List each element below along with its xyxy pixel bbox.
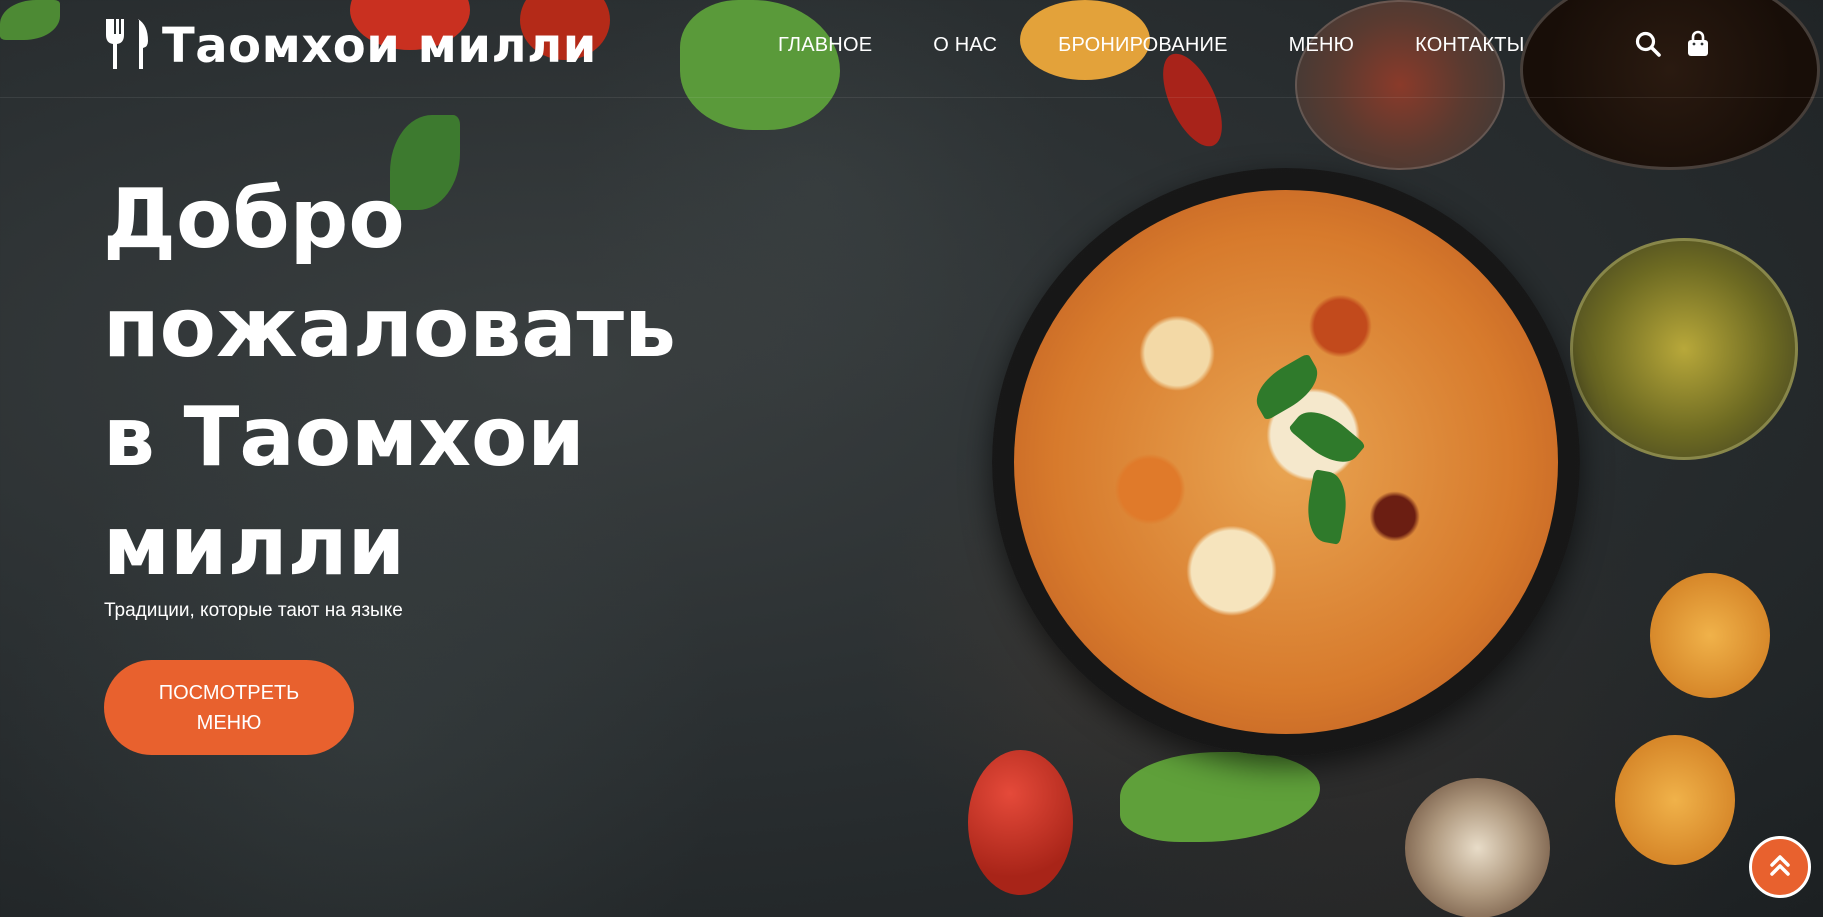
brand-logo[interactable]: Таомхои милли: [102, 16, 597, 76]
pilaf-rice: [1014, 190, 1558, 734]
header-actions: [1634, 30, 1712, 63]
tomato-slice-decoration-2: [1615, 735, 1735, 865]
double-chevron-up-icon: [1765, 850, 1795, 885]
search-icon[interactable]: [1634, 30, 1662, 63]
hero-title-line: Добро: [103, 172, 405, 267]
pilaf-dish-image: [992, 168, 1580, 756]
oil-bowl-decoration: [1570, 238, 1798, 460]
mushroom-decoration: [1405, 778, 1550, 917]
hero-title-line: пожаловать: [103, 281, 676, 376]
nav-item-about[interactable]: О НАС: [933, 34, 997, 57]
main-nav: ГЛАВНОЕ О НАС БРОНИРОВАНИЕ МЕНЮ КОНТАКТЫ: [778, 34, 1525, 57]
hero-title-line: милли: [103, 499, 406, 594]
tomato-slice-decoration: [1650, 573, 1770, 698]
nav-item-contacts[interactable]: КОНТАКТЫ: [1415, 34, 1525, 57]
view-menu-button[interactable]: ПОСМОТРЕТЬ МЕНЮ: [104, 660, 354, 755]
site-header: Таомхои милли ГЛАВНОЕ О НАС БРОНИРОВАНИЕ…: [0, 0, 1823, 98]
brand-name: Таомхои милли: [162, 18, 597, 74]
hero-title: Добро пожаловать в Таомхои милли: [103, 165, 743, 601]
nav-item-home[interactable]: ГЛАВНОЕ: [778, 34, 872, 57]
shopping-bag-icon[interactable]: [1684, 30, 1712, 63]
scroll-to-top-button[interactable]: [1749, 836, 1811, 898]
nav-item-booking[interactable]: БРОНИРОВАНИЕ: [1058, 34, 1227, 57]
lettuce-decoration-2: [1120, 752, 1320, 842]
hero-subtitle: Традиции, которые тают на языке: [104, 600, 403, 621]
red-tomato-decoration: [968, 750, 1073, 895]
fork-knife-icon: [102, 17, 150, 76]
hero-title-line: в Таомхои: [103, 390, 585, 485]
nav-item-menu[interactable]: МЕНЮ: [1289, 34, 1354, 57]
